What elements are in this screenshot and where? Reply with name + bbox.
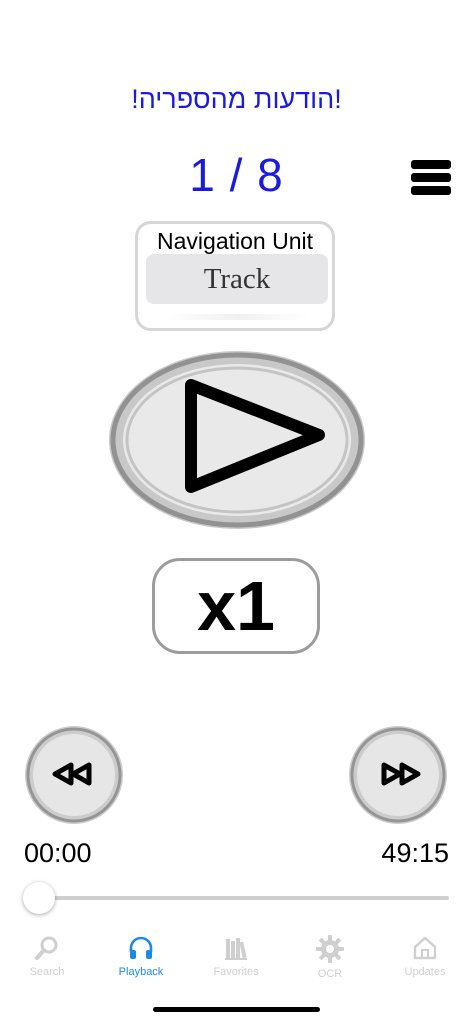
speed-button[interactable]: x1	[152, 558, 320, 654]
headphones-icon	[129, 936, 153, 959]
tab-ocr[interactable]: OCR	[283, 930, 377, 990]
total-time: 49:15	[381, 838, 449, 868]
fast-forward-button[interactable]	[347, 724, 449, 826]
tab-updates[interactable]: Updates	[378, 930, 472, 990]
tab-label: Search	[29, 966, 65, 978]
page-title: !הודעות מהספריה!	[131, 84, 342, 114]
seek-bar[interactable]	[39, 896, 449, 900]
books-icon	[225, 938, 247, 960]
seek-thumb[interactable]	[23, 882, 55, 914]
tab-bar: Search Playback Favorites OCR Updates	[0, 930, 473, 990]
tab-search[interactable]: Search	[0, 930, 94, 990]
gear-icon	[316, 935, 344, 963]
picker-next-item	[168, 314, 308, 320]
current-time: 00:00	[24, 838, 92, 868]
fast-forward-icon	[349, 726, 447, 824]
tab-label: Playback	[118, 966, 164, 978]
tab-favorites[interactable]: Favorites	[189, 930, 283, 990]
menu-icon[interactable]	[411, 160, 451, 196]
play-button[interactable]	[103, 345, 371, 535]
home-indicator	[153, 1007, 320, 1012]
tab-label: OCR	[317, 968, 343, 980]
rewind-button[interactable]	[23, 724, 125, 826]
tab-label: Updates	[404, 966, 446, 978]
navigation-unit-label: Navigation Unit	[157, 228, 313, 254]
play-icon	[109, 351, 365, 529]
home-icon	[413, 936, 437, 960]
navigation-unit-picker[interactable]: Navigation Unit Track	[135, 221, 335, 331]
tab-label: Favorites	[213, 966, 259, 978]
track-counter: 1 / 8	[189, 149, 284, 201]
navigation-unit-value[interactable]: Track	[146, 254, 328, 304]
search-icon	[35, 936, 58, 960]
tab-playback[interactable]: Playback	[94, 930, 188, 990]
rewind-icon	[25, 726, 123, 824]
